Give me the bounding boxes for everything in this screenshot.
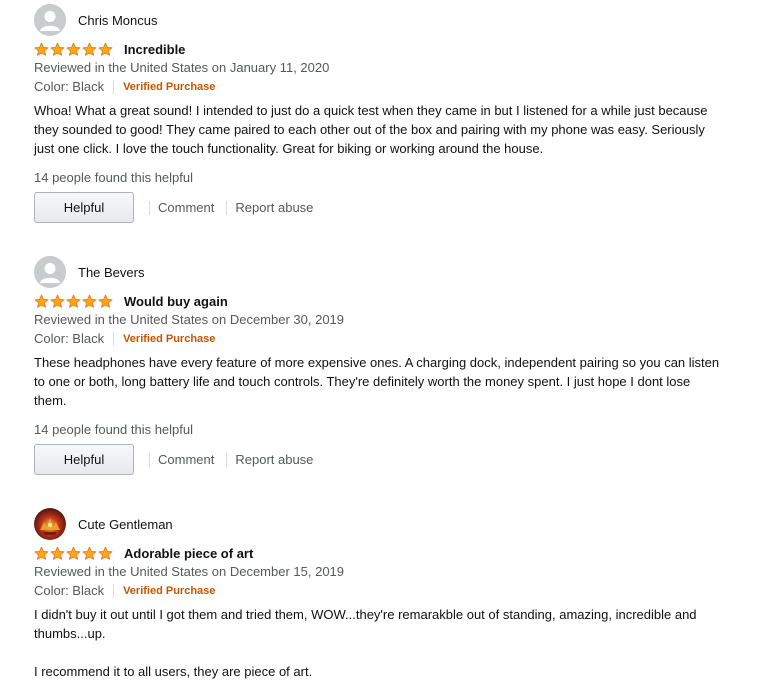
review-format-row: Color: Black Verified Purchase: [34, 79, 215, 94]
star-icon: [98, 42, 113, 56]
review-body: I didn't buy it out until I got them and…: [34, 605, 724, 681]
review-body-paragraph: I didn't buy it out until I got them and…: [34, 607, 697, 641]
divider: [226, 200, 228, 215]
star-rating[interactable]: [34, 545, 114, 561]
reviewer-name[interactable]: Cute Gentleman: [78, 517, 173, 532]
star-rating[interactable]: [34, 293, 114, 309]
star-icon: [34, 42, 49, 56]
star-icon: [82, 546, 97, 560]
divider: [113, 583, 115, 598]
star-icon: [66, 42, 81, 56]
review-title[interactable]: Would buy again: [124, 294, 228, 309]
default-person-icon: [34, 4, 66, 36]
review-format-row: Color: Black Verified Purchase: [34, 331, 215, 346]
star-icon: [50, 294, 65, 308]
format-strip[interactable]: Color: Black: [34, 331, 104, 346]
star-icon: [66, 294, 81, 308]
review-card: The Bevers Would buy again Reviewed in t…: [34, 256, 734, 486]
divider: [113, 79, 115, 94]
verified-purchase-badge[interactable]: Verified Purchase: [123, 585, 215, 597]
star-icon: [82, 294, 97, 308]
divider: [113, 331, 115, 346]
helpful-count: 14 people found this helpful: [34, 422, 194, 437]
review-body-paragraph: These headphones have every feature of m…: [34, 355, 720, 408]
star-icon: [66, 546, 81, 560]
review-card: Cute Gentleman Adorable piece of art Rev…: [34, 508, 734, 691]
divider: [149, 452, 150, 467]
review-date: Reviewed in the United States on Decembe…: [34, 564, 345, 579]
helpful-button[interactable]: Helpful: [34, 192, 134, 223]
review-body: Whoa! What a great sound! I intended to …: [34, 101, 724, 158]
review-date: Reviewed in the United States on Decembe…: [34, 312, 345, 327]
verified-purchase-badge[interactable]: Verified Purchase: [123, 81, 215, 93]
review-card: Chris Moncus Incredible Reviewed in the …: [34, 4, 734, 234]
helpful-count: 14 people found this helpful: [34, 170, 194, 185]
custom-photo-avatar-icon: [34, 508, 66, 540]
divider: [226, 452, 228, 467]
star-icon: [98, 294, 113, 308]
review-title-row: Incredible: [34, 40, 185, 58]
reviewer-profile[interactable]: The Bevers: [34, 256, 144, 288]
star-icon: [34, 294, 49, 308]
avatar[interactable]: [34, 508, 66, 540]
default-person-icon: [34, 256, 66, 288]
verified-purchase-badge[interactable]: Verified Purchase: [123, 333, 215, 345]
helpful-button[interactable]: Helpful: [34, 444, 134, 475]
review-title-row: Would buy again: [34, 292, 228, 310]
format-strip[interactable]: Color: Black: [34, 79, 104, 94]
review-body-paragraph: I recommend it to all users, they are pi…: [34, 664, 313, 679]
review-title[interactable]: Adorable piece of art: [124, 546, 253, 561]
review-title[interactable]: Incredible: [124, 42, 185, 57]
star-icon: [50, 546, 65, 560]
reviewer-profile[interactable]: Cute Gentleman: [34, 508, 173, 540]
reviewer-name[interactable]: The Bevers: [78, 265, 144, 280]
star-rating[interactable]: [34, 41, 114, 57]
reviewer-profile[interactable]: Chris Moncus: [34, 4, 157, 36]
review-body: These headphones have every feature of m…: [34, 353, 724, 410]
star-icon: [50, 42, 65, 56]
review-actions: Helpful Comment Report abuse: [34, 192, 313, 223]
star-icon: [34, 546, 49, 560]
divider: [149, 200, 150, 215]
report-abuse-link[interactable]: Report abuse: [235, 452, 313, 467]
comment-link[interactable]: Comment: [158, 200, 214, 215]
review-format-row: Color: Black Verified Purchase: [34, 583, 215, 598]
review-title-row: Adorable piece of art: [34, 544, 253, 562]
reviews-list: Chris Moncus Incredible Reviewed in the …: [0, 0, 779, 691]
reviewer-name[interactable]: Chris Moncus: [78, 13, 157, 28]
comment-link[interactable]: Comment: [158, 452, 214, 467]
review-body-paragraph: Whoa! What a great sound! I intended to …: [34, 103, 708, 156]
avatar[interactable]: [34, 4, 66, 36]
report-abuse-link[interactable]: Report abuse: [235, 200, 313, 215]
star-icon: [98, 546, 113, 560]
star-icon: [82, 42, 97, 56]
review-actions: Helpful Comment Report abuse: [34, 444, 313, 475]
avatar[interactable]: [34, 256, 66, 288]
review-date: Reviewed in the United States on January…: [34, 60, 330, 75]
format-strip[interactable]: Color: Black: [34, 583, 104, 598]
